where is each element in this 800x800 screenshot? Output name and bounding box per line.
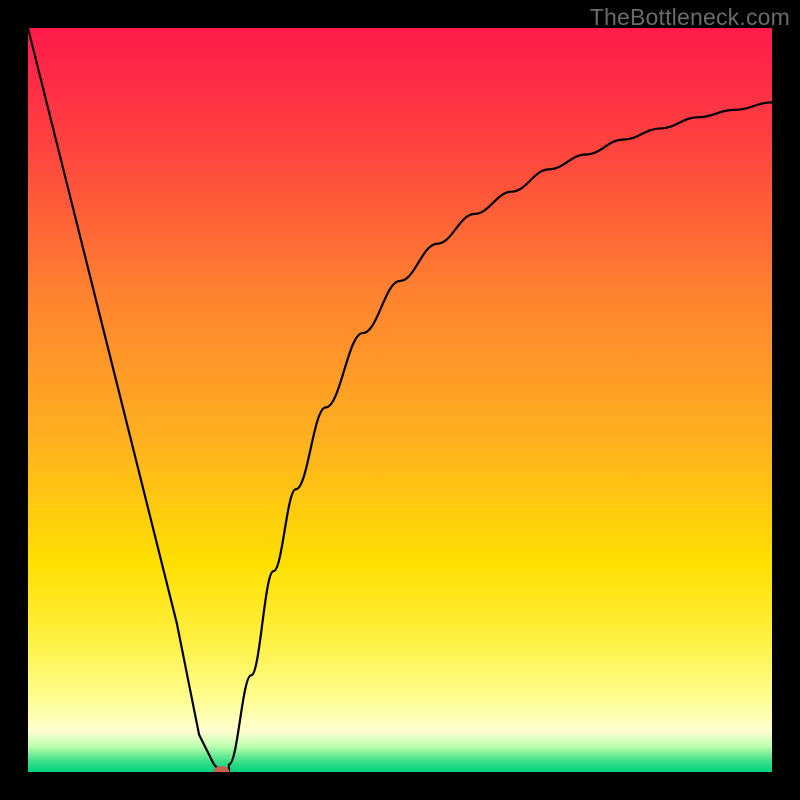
chart-frame: [28, 28, 772, 772]
chart-background: [28, 28, 772, 772]
watermark-text: TheBottleneck.com: [590, 4, 790, 31]
bottleneck-chart: [28, 28, 772, 772]
